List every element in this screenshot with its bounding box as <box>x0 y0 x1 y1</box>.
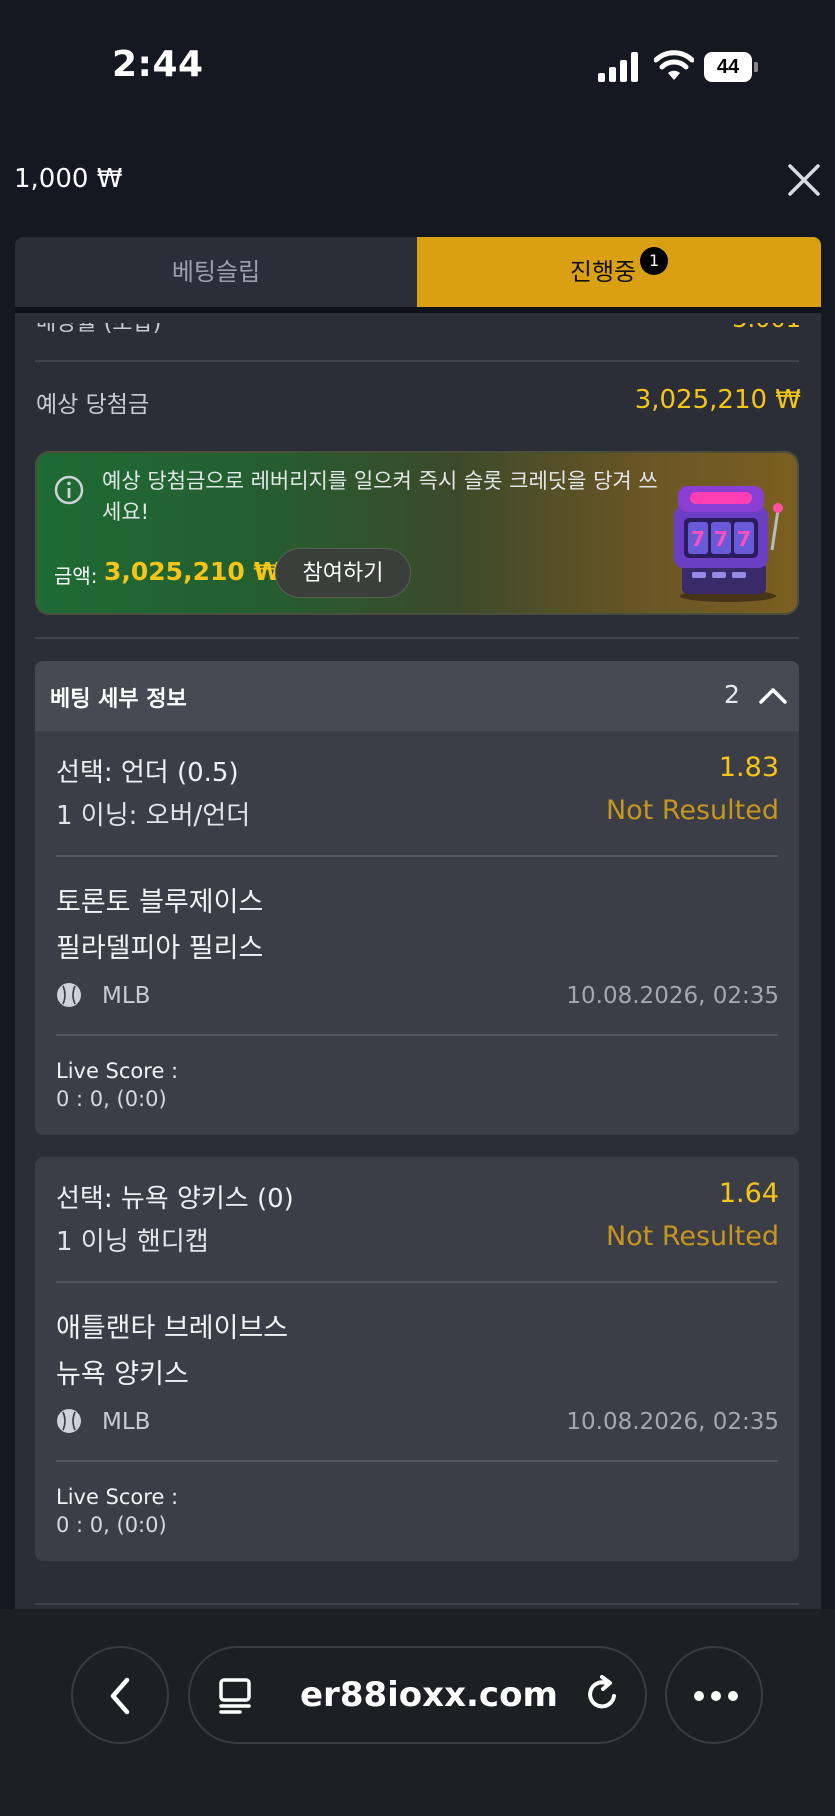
divider <box>56 1034 778 1036</box>
tab-in-progress[interactable]: 진행중 1 <box>417 237 821 307</box>
tab-in-progress-label: 진행중 <box>569 258 637 286</box>
tab-betslip[interactable]: 베팅슬립 <box>15 237 417 307</box>
more-button[interactable] <box>665 1646 763 1744</box>
divider <box>35 360 799 362</box>
reload-icon[interactable] <box>582 1674 622 1714</box>
promo-amount-label: 금액: <box>54 564 98 588</box>
divider <box>35 637 799 639</box>
tab-betslip-label: 베팅슬립 <box>171 258 261 286</box>
slot-reel-2: 7 <box>714 527 728 551</box>
battery-icon: 44 <box>704 52 760 82</box>
league-label: MLB <box>102 983 151 1009</box>
match-datetime: 10.08.2026, 02:35 <box>566 983 779 1009</box>
expected-win-value: 3,025,210 ₩ <box>634 385 801 415</box>
baseball-icon <box>57 1409 81 1433</box>
close-icon[interactable] <box>784 160 824 200</box>
team-home: 애틀랜타 브레이브스 <box>56 1313 289 1344</box>
join-button[interactable]: 참여하기 <box>275 548 411 598</box>
bet-details-count: 2 <box>724 680 740 709</box>
url-text[interactable]: er88ioxx.com <box>300 1675 558 1715</box>
bet-odds: 1.64 <box>718 1178 779 1209</box>
battery-level: 44 <box>704 52 752 82</box>
divider <box>56 1460 778 1462</box>
team-away: 필라델피아 필리스 <box>56 933 264 964</box>
back-button[interactable] <box>71 1646 169 1744</box>
bet-details-title: 베팅 세부 정보 <box>50 687 187 712</box>
bet-pick: 선택: 언더 (0.5) <box>56 758 239 788</box>
league-label: MLB <box>102 1409 151 1435</box>
ellipsis-icon <box>694 1691 738 1701</box>
bet-status: Not Resulted <box>605 795 779 826</box>
cellular-signal-icon <box>598 52 640 82</box>
live-score-label: Live Score : <box>56 1059 179 1083</box>
live-score-value: 0 : 0, (0:0) <box>56 1087 167 1111</box>
slot-reel-1: 7 <box>691 527 705 551</box>
reader-icon[interactable] <box>218 1676 254 1714</box>
bet-status: Not Resulted <box>605 1221 779 1252</box>
live-score-label: Live Score : <box>56 1485 179 1509</box>
baseball-icon <box>57 983 81 1007</box>
wifi-icon <box>654 50 694 80</box>
divider <box>56 855 778 857</box>
live-score-value: 0 : 0, (0:0) <box>56 1513 167 1537</box>
bet-odds: 1.83 <box>718 752 779 783</box>
bet-market: 1 이닝 핸디캡 <box>56 1227 209 1257</box>
chevron-left-icon <box>110 1677 130 1715</box>
info-icon <box>54 475 84 505</box>
promo-message: 예상 당첨금으로 레버리지를 일으켜 즉시 슬롯 크레딧을 당겨 쓰세요! <box>102 469 658 524</box>
slot-reel-3: 7 <box>737 527 751 551</box>
chevron-up-icon[interactable] <box>758 684 788 706</box>
bet-pick: 선택: 뉴욕 양키스 (0) <box>56 1184 294 1214</box>
bet-market: 1 이닝: 오버/언더 <box>56 801 251 831</box>
team-home: 토론토 블루제이스 <box>56 887 264 918</box>
promo-amount: 3,025,210 ₩ <box>104 557 282 586</box>
balance-display: 1,000 ₩ <box>14 164 123 194</box>
team-away: 뉴욕 양키스 <box>56 1359 189 1390</box>
status-time: 2:44 <box>112 44 204 85</box>
slot-machine-icon: 7 7 7 <box>674 486 783 602</box>
divider <box>35 1603 799 1605</box>
divider <box>56 1281 778 1283</box>
expected-win-label: 예상 당첨금 <box>36 392 150 418</box>
match-datetime: 10.08.2026, 02:35 <box>566 1409 779 1435</box>
count-badge: 1 <box>640 247 669 275</box>
